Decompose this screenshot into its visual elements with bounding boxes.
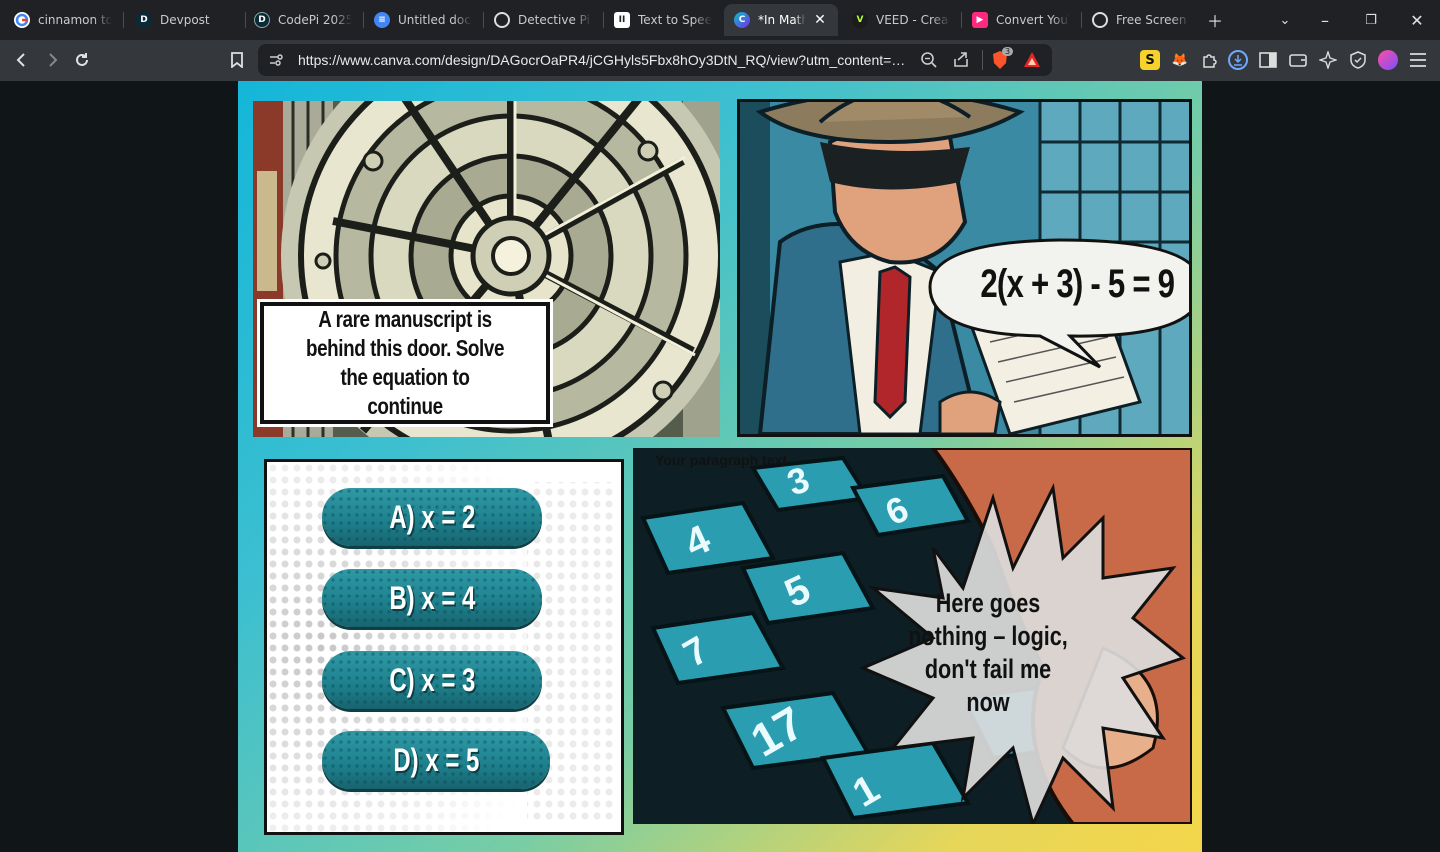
tab-label: Free Screen F [1116,13,1190,27]
tab-canva-active[interactable]: C *In Math ✕ [724,4,838,36]
placeholder-text[interactable]: Your paragraph text [655,452,787,468]
tab-label: Detective Pi C [518,13,592,27]
comic-slide: A rare manuscript is behind this door. S… [238,81,1202,852]
profile-avatar[interactable] [1378,50,1398,70]
wallet-icon[interactable] [1288,50,1308,70]
tab-label: CodePi 2025 [278,13,352,27]
option-c-label: C) x = 3 [388,661,476,698]
new-tab-button[interactable]: ＋ [1201,6,1229,34]
browser-toolbar: https://www.canva.com/design/DAGocrOaPR4… [0,40,1440,81]
option-a-label: A) x = 2 [388,498,476,535]
minimize-button[interactable]: – [1311,6,1339,34]
docs-icon: ≡ [374,12,390,28]
pause-icon: II [614,12,630,28]
tab-label: *In Math [758,13,806,27]
tab-label: Untitled docu [398,13,472,27]
detective-panel: 2(x + 3) - 5 = 9 [737,99,1192,437]
download-icon[interactable] [1228,50,1248,70]
canva-viewer: A rare manuscript is behind this door. S… [0,81,1440,852]
tab-label: Devpost [160,13,210,27]
canva-icon: C [734,12,750,28]
share-icon[interactable] [952,51,970,73]
burst-caption-text: Here goes nothing – logic, don't fail me… [908,588,1068,717]
tab-cinnamon[interactable]: cinnamon tol [4,4,122,36]
tab-label: VEED - Creat [876,13,950,27]
tab-label: Convert YouT [996,13,1070,27]
browser-tab-strip: cinnamon tol D Devpost D CodePi 2025 ≡ U… [0,0,1440,40]
tab-text-to-speech[interactable]: II Text to Speec [604,4,722,36]
answers-panel: A) x = 2 B) x = 4 C) x = 3 D) x = 5 [264,459,624,835]
devpost-icon: D [254,12,270,28]
reload-button[interactable] [68,46,96,74]
vpn-shield-icon[interactable] [1348,50,1368,70]
option-d-label: D) x = 5 [392,741,480,778]
option-b-button[interactable]: B) x = 4 [322,569,542,627]
back-button[interactable] [8,46,36,74]
menu-icon[interactable] [1408,50,1428,70]
forward-button[interactable] [38,46,66,74]
extensions-puzzle-icon[interactable] [1200,50,1220,70]
address-bar[interactable]: https://www.canva.com/design/DAGocrOaPR4… [258,44,1052,76]
tab-label: cinnamon tol [38,13,112,27]
close-icon[interactable]: ✕ [812,12,828,28]
calculator-panel: 3 4 5 6 7 17 1 Your paragraph text Here … [633,448,1192,824]
extension-s-icon[interactable]: S [1140,50,1160,70]
site-settings-icon[interactable] [268,52,284,72]
brave-rewards-icon[interactable] [1022,50,1042,74]
tab-free-screen[interactable]: Free Screen F [1082,4,1200,36]
option-a-button[interactable]: A) x = 2 [322,488,542,546]
openai-icon [494,12,510,28]
veed-icon: V [852,12,868,28]
zoom-icon[interactable] [920,51,938,73]
vault-caption-text: A rare manuscript is behind this door. S… [305,306,505,419]
tab-untitled-doc[interactable]: ≡ Untitled docu [364,4,482,36]
tab-convert-youtube[interactable]: ▶ Convert YouT [962,4,1080,36]
tab-detective[interactable]: Detective Pi C [484,4,602,36]
tab-search-icon[interactable]: ⌄ [1271,6,1299,34]
vault-caption-box: A rare manuscript is behind this door. S… [260,302,550,424]
option-b-label: B) x = 4 [388,579,476,616]
equation-bubble: 2(x + 3) - 5 = 9 [952,244,1189,324]
option-d-button[interactable]: D) x = 5 [322,731,550,789]
vault-panel: A rare manuscript is behind this door. S… [253,101,720,437]
screen-icon [1092,12,1108,28]
devpost-icon: D [136,12,152,28]
bookmark-icon[interactable] [223,46,251,74]
burst-caption-box: Here goes nothing – logic, don't fail me… [883,588,1093,717]
sidebar-toggle-icon[interactable] [1258,50,1278,70]
shield-count-badge: 3 [1002,47,1014,56]
convert-icon: ▶ [972,12,988,28]
equation-text: 2(x + 3) - 5 = 9 [980,261,1175,306]
window-close-button[interactable]: ✕ [1403,6,1431,34]
tab-veed[interactable]: V VEED - Creat [842,4,960,36]
google-icon [14,12,30,28]
leo-ai-icon[interactable] [1318,50,1338,70]
url-text[interactable]: https://www.canva.com/design/DAGocrOaPR4… [298,52,908,68]
option-c-button[interactable]: C) x = 3 [322,651,542,709]
maximize-button[interactable]: ❐ [1357,6,1385,34]
tab-codepi[interactable]: D CodePi 2025 [244,4,362,36]
metamask-icon[interactable]: 🦊 [1170,50,1190,70]
tab-devpost[interactable]: D Devpost [126,4,244,36]
tab-label: Text to Speec [638,13,712,27]
